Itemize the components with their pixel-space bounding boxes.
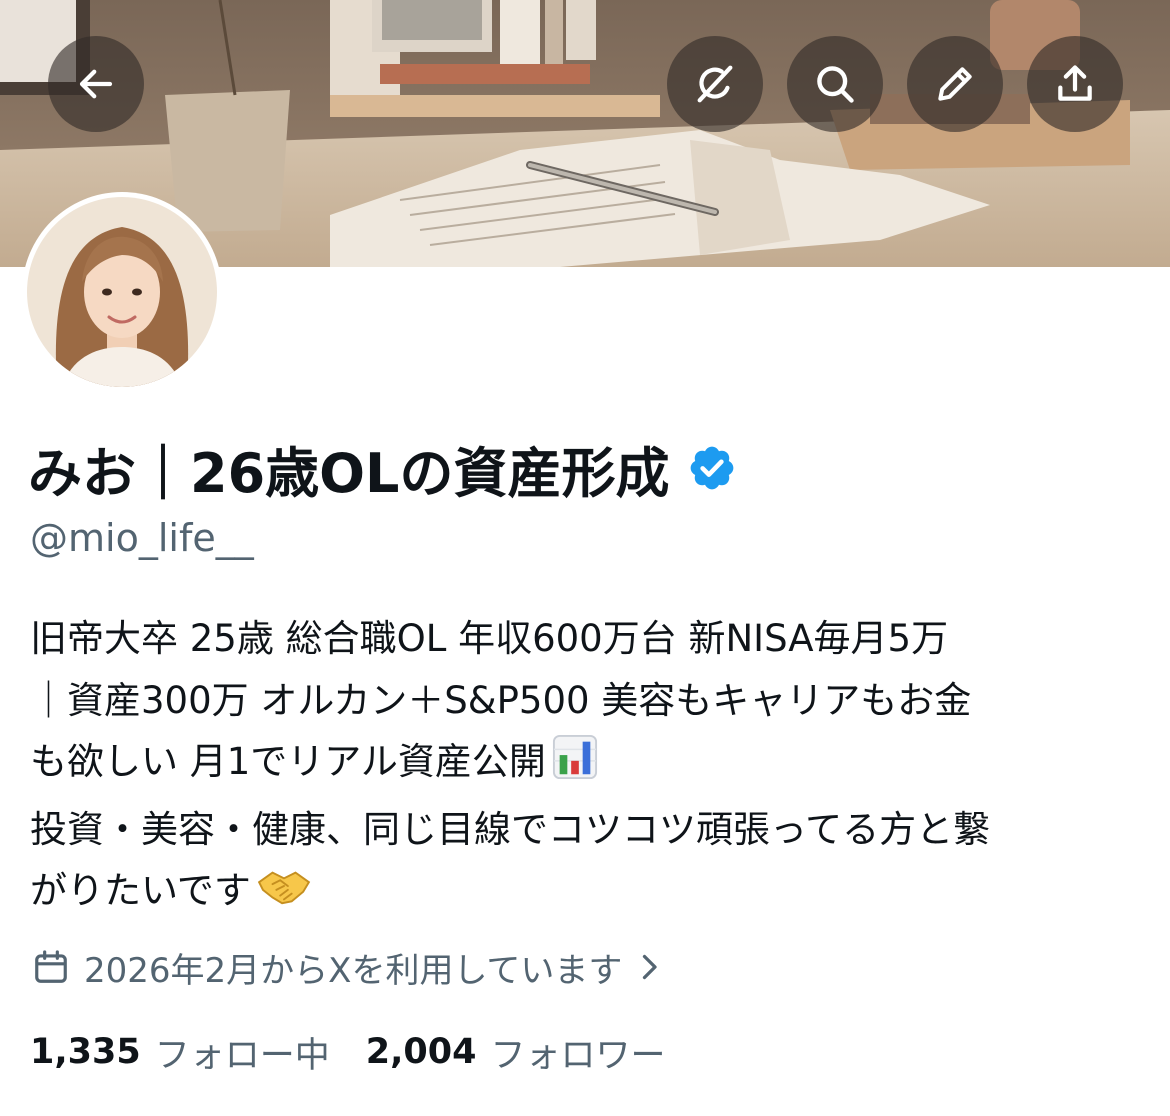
bar-chart-emoji-icon <box>552 734 598 799</box>
followers-link[interactable]: 2,004 フォロワー <box>366 1027 666 1078</box>
verified-badge-icon[interactable] <box>687 443 737 493</box>
profile-bio: 旧帝大卒 25歳 総合職OL 年収600万台 新NISA毎月5万 ｜資産300万… <box>30 608 1140 928</box>
followers-count: 2,004 <box>365 1032 477 1072</box>
grok-icon <box>697 65 733 103</box>
bio-line-with-emoji: も欲しい 月1でリアル資産公開 <box>30 731 1140 799</box>
following-label: フォロー中 <box>154 1035 330 1076</box>
back-button[interactable] <box>48 36 144 132</box>
bio-line: 投資・美容・健康、同じ目線でコツコツ頑張ってる方と繋 <box>30 807 991 851</box>
search-button[interactable] <box>787 36 883 132</box>
follow-stats: 1,335 フォロー中 2,004 フォロワー <box>30 1026 665 1078</box>
following-link[interactable]: 1,335 フォロー中 <box>30 1027 330 1078</box>
following-count: 1,335 <box>30 1032 141 1072</box>
share-button[interactable] <box>1027 36 1123 132</box>
share-icon <box>1058 65 1092 101</box>
user-handle: @mio_life__ <box>30 516 254 560</box>
display-name-row: みお｜26歳OLの資産形成 <box>28 432 737 505</box>
calendar-icon <box>32 948 70 986</box>
bio-line-text: も欲しい 月1でリアル資産公開 <box>30 740 546 783</box>
bio-line-text: がりたいです <box>30 869 251 912</box>
handshake-emoji-icon <box>255 863 313 928</box>
joined-date-text: 2026年2月からXを利用しています <box>84 950 623 991</box>
joined-date-link[interactable]: 2026年2月からXを利用しています <box>32 944 662 991</box>
bio-line: ｜資産300万 オルカン＋S&P500 美容もキャリアもお金 <box>30 678 972 722</box>
display-name: みお｜26歳OLの資産形成 <box>28 441 670 505</box>
bio-line-with-emoji: がりたいです <box>30 860 1140 928</box>
back-arrow-icon <box>79 69 113 99</box>
edit-button[interactable] <box>907 36 1003 132</box>
pencil-icon <box>938 67 972 101</box>
grok-button[interactable] <box>667 36 763 132</box>
bio-line: 旧帝大卒 25歳 総合職OL 年収600万台 新NISA毎月5万 <box>30 617 949 660</box>
search-icon <box>817 66 854 103</box>
chevron-right-icon <box>636 952 662 982</box>
avatar[interactable] <box>22 192 222 392</box>
avatar-image <box>27 197 217 387</box>
followers-label: フォロワー <box>490 1035 666 1076</box>
